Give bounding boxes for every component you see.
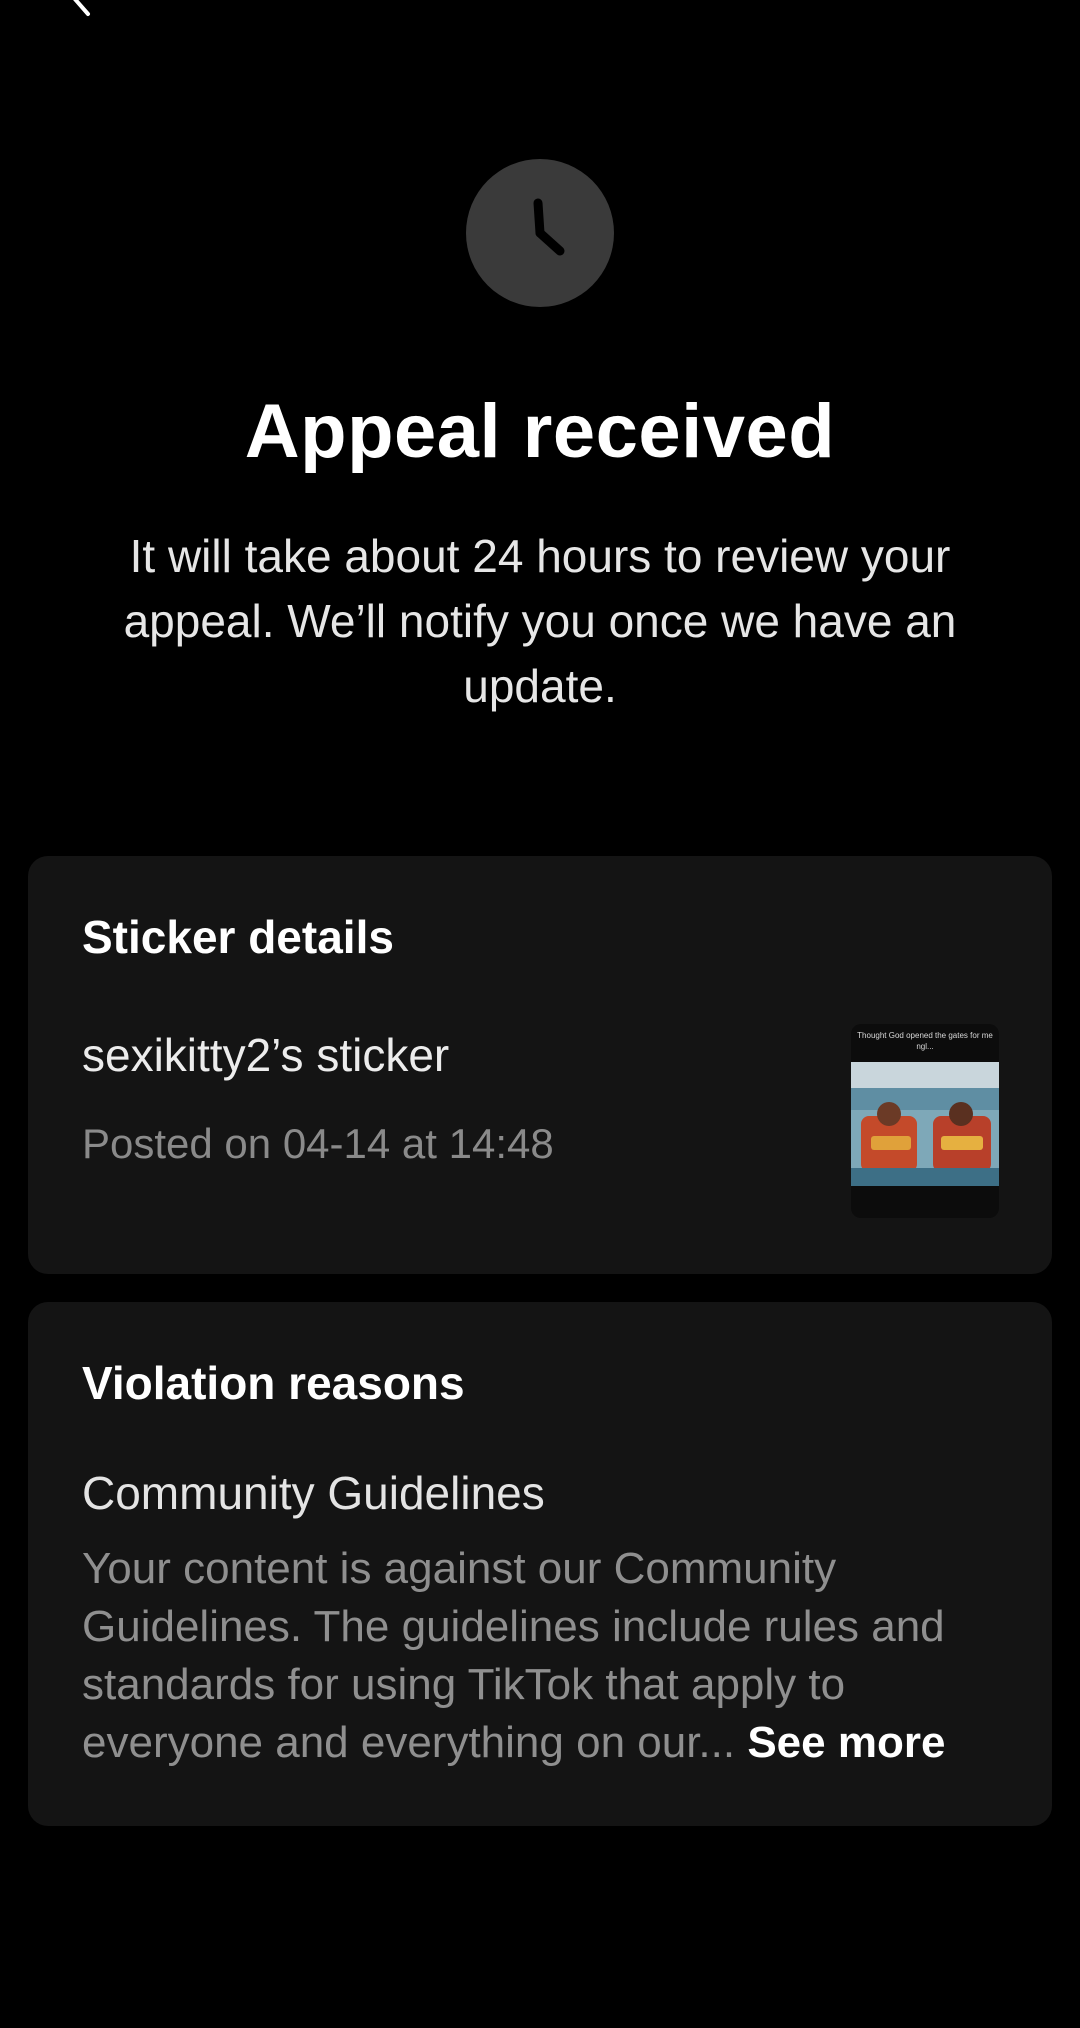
clock-icon — [466, 159, 614, 307]
thumbnail-caption: Thought God opened the gates for me ngl.… — [857, 1031, 993, 1051]
posted-date: Posted on 04-14 at 14:48 — [82, 1120, 554, 1167]
status-message: It will take about 24 hours to review yo… — [123, 530, 957, 712]
chevron-left-icon — [73, 0, 90, 16]
violation-reasons-card: Violation reasons Community Guidelines Y… — [28, 1302, 1052, 1826]
page-title: Appeal received — [244, 389, 836, 474]
sticker-thumbnail[interactable]: Thought God opened the gates for me ngl.… — [851, 1024, 999, 1218]
sticker-details-card: Sticker details sexikitty2’s sticker Pos… — [28, 856, 1052, 1274]
back-button[interactable] — [62, 0, 102, 18]
violation-reasons-heading: Violation reasons — [82, 1357, 465, 1409]
thumbnail-photo — [851, 1062, 999, 1186]
see-more-link[interactable]: See more — [735, 1718, 945, 1767]
sticker-details-heading: Sticker details — [82, 911, 394, 963]
sticker-name: sexikitty2’s sticker — [82, 1029, 450, 1081]
guideline-name: Community Guidelines — [82, 1467, 545, 1519]
guideline-description: Your content is against our Community Gu… — [82, 1540, 1022, 1772]
